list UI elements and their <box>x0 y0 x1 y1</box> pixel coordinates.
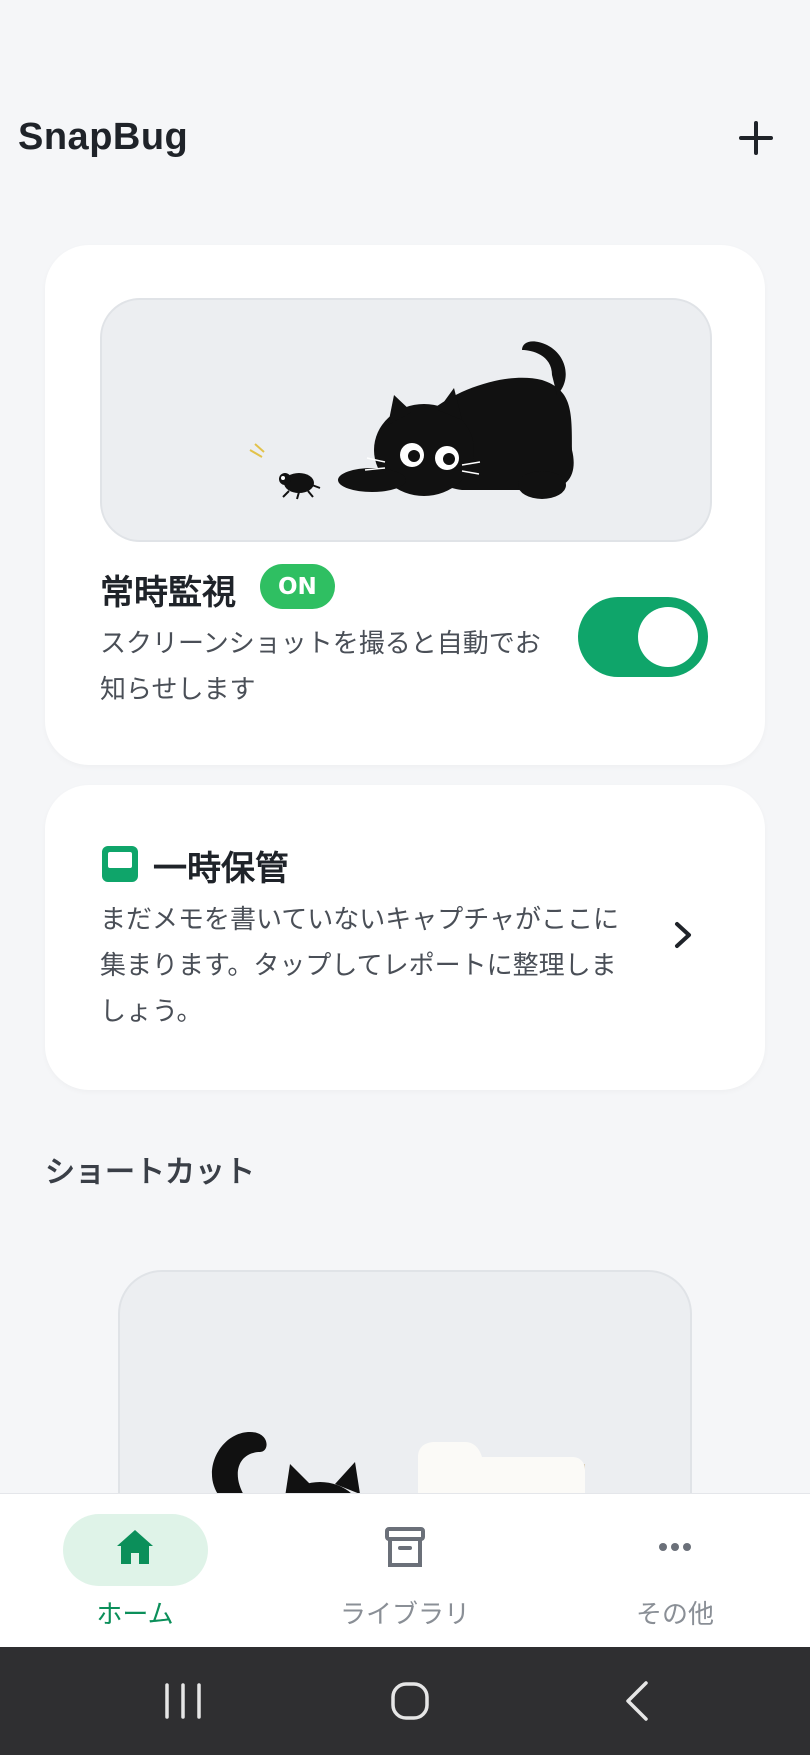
tab-home[interactable]: ホーム <box>35 1494 235 1648</box>
toggle-knob <box>638 607 698 667</box>
home-circle-icon <box>391 1682 429 1720</box>
monitor-description: スクリーンショットを撮ると自動でお知らせします <box>100 629 541 705</box>
add-button[interactable] <box>728 110 784 166</box>
cat-illustration <box>338 341 574 499</box>
tab-more[interactable]: その他 <box>575 1494 775 1648</box>
back-icon <box>626 1681 648 1721</box>
recents-icon <box>165 1683 201 1719</box>
tab-home-label: ホーム <box>96 1600 174 1630</box>
shortcuts-section-title: ショートカット <box>45 1155 255 1190</box>
temp-storage-description: まだメモを書いていないキャプチャがここに集まります。タップしてレポートに整理しま… <box>100 905 619 1027</box>
home-icon <box>117 1530 153 1564</box>
archive-icon <box>385 1527 425 1567</box>
plus-icon <box>739 121 773 155</box>
tab-library-label: ライブラリ <box>339 1600 470 1630</box>
more-icon <box>659 1543 691 1551</box>
temp-storage-card[interactable]: 一時保管 まだメモを書いていないキャプチャがここに集まります。タップしてレポート… <box>45 785 765 1090</box>
chevron-right-icon <box>675 922 691 948</box>
home-nav-button[interactable] <box>374 1669 444 1733</box>
bottom-tab-bar: ホーム ライブラリ その他 <box>0 1493 810 1647</box>
recents-button[interactable] <box>148 1669 218 1733</box>
app-header: SnapBug <box>0 0 810 200</box>
inbox-icon <box>102 846 138 882</box>
bug-icon <box>249 443 321 500</box>
tab-library[interactable]: ライブラリ <box>305 1494 505 1648</box>
tab-more-label: その他 <box>635 1600 714 1630</box>
back-button[interactable] <box>602 1669 672 1733</box>
status-badge: ON <box>260 564 335 609</box>
temp-storage-title: 一時保管 <box>153 849 289 889</box>
system-nav-bar <box>0 1647 810 1755</box>
monitor-card: 常時監視 ON スクリーンショットを撮ると自動でお知らせします <box>45 245 765 765</box>
monitor-title: 常時監視 <box>100 573 236 613</box>
cat-bug-illustration <box>100 298 712 542</box>
app-title: SnapBug <box>18 116 189 158</box>
monitor-toggle[interactable] <box>578 597 708 677</box>
